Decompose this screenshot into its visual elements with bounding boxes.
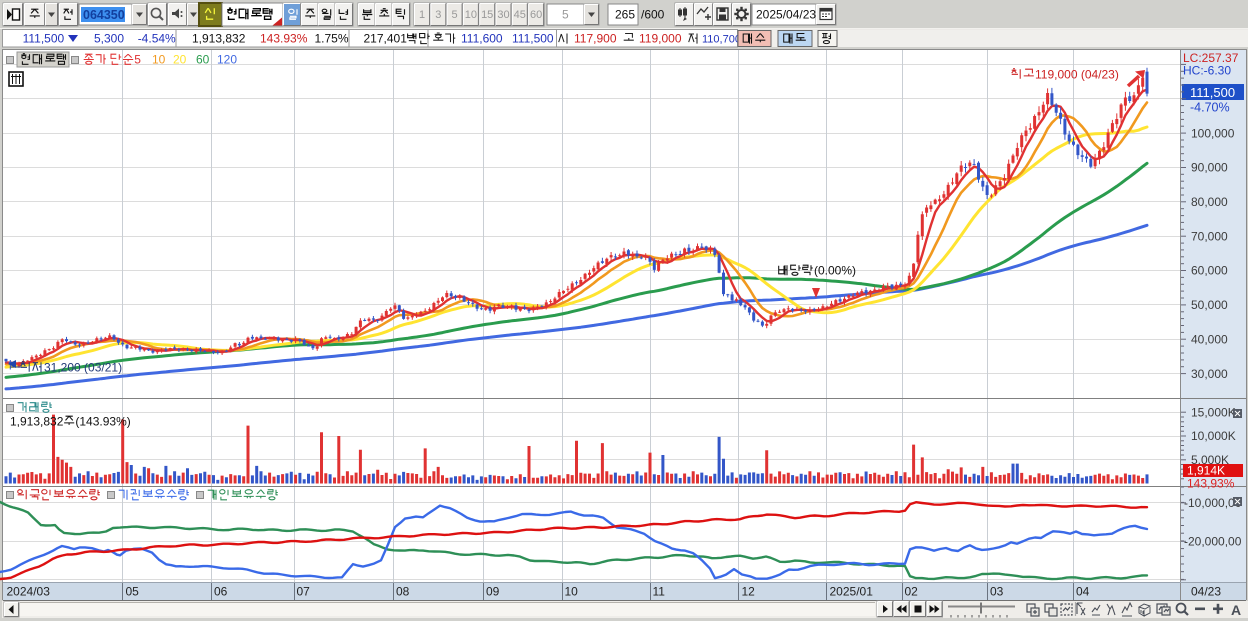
svg-text:111,500: 111,500 bbox=[1190, 85, 1235, 100]
svg-text:04/23: 04/23 bbox=[1191, 585, 1221, 599]
svg-text:143,93%: 143,93% bbox=[1187, 477, 1235, 491]
svg-text:70,000: 70,000 bbox=[1191, 229, 1228, 243]
svg-text:2024/03: 2024/03 bbox=[7, 585, 51, 599]
svg-text:-20,000,00: -20,000,00 bbox=[1184, 535, 1242, 549]
svg-text:143.93%: 143.93% bbox=[260, 32, 308, 46]
svg-text:2025/01: 2025/01 bbox=[830, 585, 874, 599]
svg-text:-4.54%: -4.54% bbox=[138, 32, 176, 46]
svg-text:111,600: 111,600 bbox=[461, 32, 503, 46]
svg-text:217,401: 217,401 bbox=[364, 32, 408, 46]
svg-text:1.75%: 1.75% bbox=[315, 32, 349, 46]
svg-text:(0.00%): (0.00%) bbox=[814, 263, 856, 277]
svg-text:10,000K: 10,000K bbox=[1191, 429, 1236, 443]
svg-text:50,000: 50,000 bbox=[1191, 298, 1228, 312]
svg-text:5: 5 bbox=[562, 8, 569, 22]
svg-text:111,500: 111,500 bbox=[23, 32, 65, 46]
svg-text:3: 3 bbox=[435, 9, 441, 21]
svg-text:05: 05 bbox=[126, 585, 140, 599]
svg-text:5: 5 bbox=[134, 52, 141, 66]
svg-text:265: 265 bbox=[615, 8, 635, 22]
svg-text:06: 06 bbox=[214, 585, 228, 599]
svg-text:03: 03 bbox=[990, 585, 1004, 599]
svg-text:10: 10 bbox=[152, 53, 166, 67]
svg-text:2025/04/23: 2025/04/23 bbox=[756, 8, 816, 22]
svg-text:02: 02 bbox=[905, 585, 919, 599]
svg-text:1,913,832: 1,913,832 bbox=[10, 414, 64, 428]
svg-text:1,914K: 1,914K bbox=[1187, 464, 1225, 478]
svg-text:HC:-6.30: HC:-6.30 bbox=[1183, 64, 1231, 78]
svg-text:90,000: 90,000 bbox=[1191, 161, 1228, 175]
svg-text:04: 04 bbox=[1076, 585, 1090, 599]
svg-text:119,000: 119,000 bbox=[639, 32, 682, 46]
svg-text:5,300: 5,300 bbox=[94, 32, 124, 46]
svg-text:110,700: 110,700 bbox=[702, 34, 741, 46]
svg-text:31,200 (03/21): 31,200 (03/21) bbox=[44, 360, 122, 374]
svg-text:(143.93%): (143.93%) bbox=[75, 414, 130, 428]
svg-text:60: 60 bbox=[530, 9, 542, 21]
svg-text:117,900: 117,900 bbox=[574, 32, 617, 46]
svg-text:-4.70%: -4.70% bbox=[1190, 101, 1230, 115]
svg-text:07: 07 bbox=[297, 585, 311, 599]
svg-text:08: 08 bbox=[396, 585, 410, 599]
svg-text:111,500: 111,500 bbox=[512, 32, 554, 46]
svg-text:40,000: 40,000 bbox=[1191, 332, 1228, 346]
svg-text:064350: 064350 bbox=[83, 8, 125, 22]
svg-text:09: 09 bbox=[486, 585, 500, 599]
svg-text:15,000K: 15,000K bbox=[1191, 405, 1236, 419]
svg-text:12: 12 bbox=[742, 585, 756, 599]
svg-text:80,000: 80,000 bbox=[1191, 195, 1228, 209]
svg-text:45: 45 bbox=[514, 9, 526, 21]
svg-text:1,913,832: 1,913,832 bbox=[192, 32, 246, 46]
svg-text:30,000: 30,000 bbox=[1191, 367, 1228, 381]
svg-text:10: 10 bbox=[565, 585, 579, 599]
svg-text:A: A bbox=[1231, 602, 1241, 618]
svg-text:1: 1 bbox=[419, 9, 425, 21]
svg-text:/600: /600 bbox=[641, 8, 665, 22]
svg-text:5: 5 bbox=[452, 9, 458, 21]
svg-text:15: 15 bbox=[481, 9, 493, 21]
svg-text:60,000: 60,000 bbox=[1191, 264, 1228, 278]
svg-text:120: 120 bbox=[217, 53, 237, 67]
svg-text:119,000 (04/23): 119,000 (04/23) bbox=[1035, 67, 1119, 81]
svg-text:10: 10 bbox=[465, 9, 477, 21]
svg-text:30: 30 bbox=[497, 9, 509, 21]
svg-text:100,000: 100,000 bbox=[1191, 126, 1235, 140]
svg-text:60: 60 bbox=[196, 53, 210, 67]
svg-text:11: 11 bbox=[653, 585, 666, 599]
svg-text:20: 20 bbox=[173, 53, 187, 67]
